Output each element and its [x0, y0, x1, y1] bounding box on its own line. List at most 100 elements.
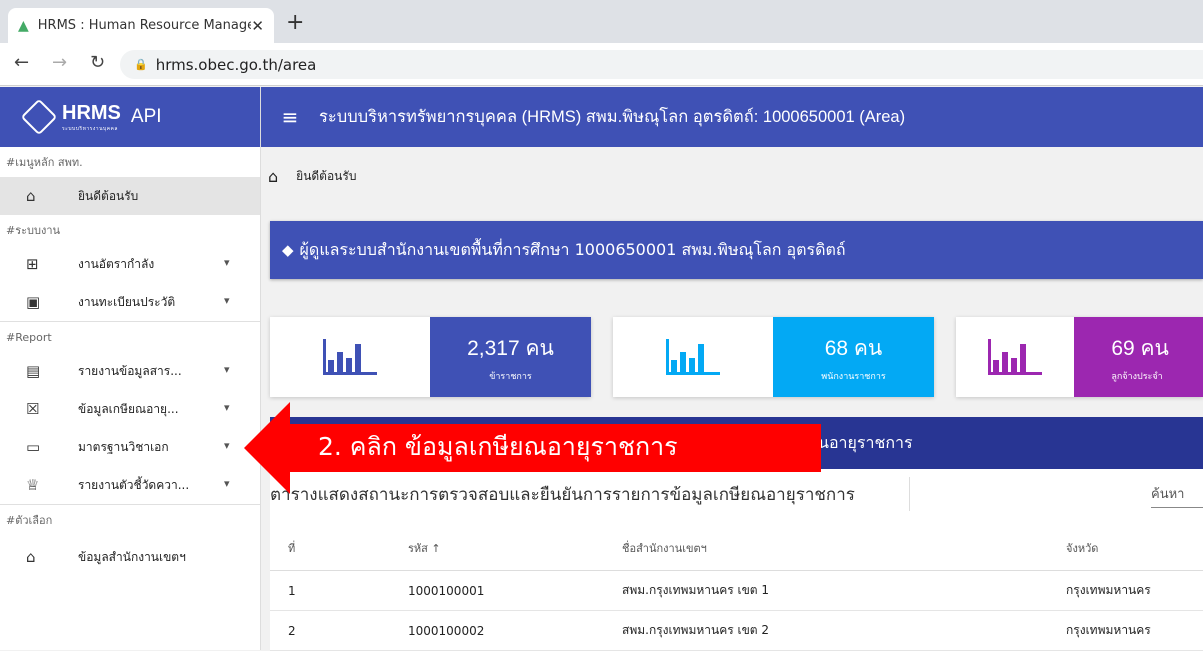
cell-code: 1000100001: [408, 583, 485, 598]
stat-label: ลูกจ้างประจำ: [1111, 371, 1163, 382]
column-header-no: ที่: [288, 541, 296, 555]
home-icon[interactable]: ⌂: [268, 167, 278, 186]
brand-api: API: [130, 106, 162, 127]
chevron-down-icon: ▾: [224, 294, 230, 307]
sidebar-item-label: ข้อมูลเกษียณอายุ...: [78, 401, 179, 416]
sidebar-item-label: ข้อมูลสำนักงานเขตฯ: [78, 549, 186, 564]
bar-chart-icon: [956, 317, 1074, 397]
stat-value-box: 69 คน ลูกจ้างประจำ: [1074, 317, 1203, 397]
new-tab-icon[interactable]: +: [286, 10, 304, 36]
reload-icon[interactable]: ↻: [90, 52, 105, 73]
hamburger-menu-icon[interactable]: ≡: [261, 105, 319, 129]
stat-value-box: 2,317 คน ข้าราชการ: [430, 317, 591, 397]
sidebar-item-label: มาตรฐานวิชาเอก: [78, 439, 169, 454]
top-app-bar: ≡ ระบบบริหารทรัพยากรบุคคล (HRMS) สพม.พิษ…: [261, 87, 1203, 147]
cell-office-name: สพม.กรุงเทพมหานคร เขต 2: [622, 623, 770, 637]
column-header-office-name[interactable]: ชื่อสำนักงานเขตฯ: [622, 525, 707, 570]
sidebar-item-office-info[interactable]: ⌂ ข้อมูลสำนักงานเขตฯ: [0, 535, 260, 579]
stat-value: 69 คน: [1111, 336, 1169, 360]
bar-chart-glyph: [323, 339, 377, 375]
stat-label: ข้าราชการ: [489, 371, 532, 382]
cell-no: 2: [288, 623, 296, 638]
bar-chart-icon: [270, 317, 430, 397]
stat-card-civil-servants[interactable]: 2,317 คน ข้าราชการ: [270, 317, 591, 397]
hrms-logo-icon: [20, 98, 58, 136]
sidebar-item-registry[interactable]: ▣ งานทะเบียนประวัติ ▾: [0, 283, 260, 321]
cell-province: กรุงเทพมหานคร: [1066, 623, 1151, 637]
search-input[interactable]: ค้นหา: [1151, 483, 1203, 508]
org-chart-icon: ⊞: [26, 255, 39, 273]
sidebar-section-systems: #ระบบงาน: [6, 224, 61, 237]
brand-subtitle: ระบบบริหารงานบุคคล: [62, 125, 118, 132]
instruction-callout: 2. คลิก ข้อมูลเกษียณอายุราชการ: [244, 402, 821, 494]
browser-tab[interactable]: ▲ HRMS : Human Resource Manage ✕: [8, 8, 274, 43]
monitor-icon: ▭: [26, 438, 41, 456]
sidebar-item-label: งานอัตรากำลัง: [78, 256, 155, 271]
bar-chart-glyph: [988, 339, 1043, 375]
browser-tab-bar: ▲ HRMS : Human Resource Manage ✕ +: [0, 0, 1203, 43]
breadcrumb-current: ยินดีต้อนรับ: [296, 168, 357, 183]
retirement-table-panel: ตารางแสดงสถานะการตรวจสอบและยืนยันการรายก…: [270, 469, 1203, 651]
close-tab-icon[interactable]: ✕: [251, 17, 264, 35]
sidebar-item-label: งานทะเบียนประวัติ: [78, 294, 176, 309]
table-header-row: ที่ รหัส ↑ ชื่อสำนักงานเขตฯ จังหวัด: [270, 525, 1203, 571]
calendar-x-icon: ☒: [26, 400, 40, 418]
cell-no: 1: [288, 583, 296, 598]
stat-card-permanent-employees[interactable]: 69 คน ลูกจ้างประจำ: [956, 317, 1203, 397]
stat-label: พนักงานราชการ: [821, 371, 886, 382]
bar-chart-glyph: [666, 339, 720, 375]
chevron-down-icon: ▾: [224, 363, 230, 376]
cell-province: กรุงเทพมหานคร: [1066, 583, 1151, 597]
sidebar-section-report: #Report: [6, 330, 52, 344]
brand-logo[interactable]: HRMS ระบบบริหารงานบุคคล API: [0, 87, 260, 147]
site-favicon-icon: ▲: [18, 17, 29, 34]
stat-value-box: 68 คน พนักงานราชการ: [773, 317, 934, 397]
brand-name: HRMS: [62, 101, 121, 124]
bar-chart-icon: [613, 317, 773, 397]
column-header-province[interactable]: จังหวัด: [1066, 525, 1098, 570]
sidebar-section-options: #ตัวเลือก: [6, 514, 53, 527]
cell-office-name: สพม.กรุงเทพมหานคร เขต 1: [622, 583, 770, 597]
welcome-banner: ◆ ผู้ดูแลระบบสำนักงานเขตพื้นที่การศึกษา …: [270, 221, 1203, 279]
address-bar: ← → ↻ 🔒 hrms.obec.go.th/area: [0, 43, 1203, 86]
table-row[interactable]: 1 1000100001 สพม.กรุงเทพมหานคร เขต 1 กรุ…: [270, 571, 1203, 611]
office-building-icon: ⌂: [26, 548, 36, 566]
chevron-down-icon: ▾: [224, 401, 230, 414]
cell-code: 1000100002: [408, 623, 485, 638]
trophy-icon: ♕: [26, 476, 40, 494]
stat-card-government-employees[interactable]: 68 คน พนักงานราชการ: [613, 317, 934, 397]
sidebar-item-label: รายงานข้อมูลสาร...: [78, 363, 182, 378]
sidebar-item-report-info[interactable]: ▤ รายงานข้อมูลสาร... ▾: [0, 352, 260, 390]
banner-text: ผู้ดูแลระบบสำนักงานเขตพื้นที่การศึกษา 10…: [299, 239, 846, 259]
sidebar-item-label: รายงานตัวชี้วัดควา...: [78, 477, 190, 492]
chevron-down-icon: ▾: [224, 477, 230, 490]
sidebar-item-manpower[interactable]: ⊞ งานอัตรากำลัง ▾: [0, 245, 260, 283]
column-header-code[interactable]: รหัส ↑: [408, 525, 441, 570]
chevron-down-icon: ▾: [224, 439, 230, 452]
back-arrow-icon[interactable]: ←: [14, 52, 29, 73]
sidebar: HRMS ระบบบริหารงานบุคคล API #เมนูหลัก สพ…: [0, 87, 261, 650]
sidebar-item-welcome[interactable]: ⌂ ยินดีต้อนรับ: [0, 177, 260, 215]
sidebar-item-label: ยินดีต้อนรับ: [78, 188, 139, 203]
url-text: hrms.obec.go.th/area: [155, 55, 317, 74]
breadcrumb: ⌂ ยินดีต้อนรับ: [261, 147, 1203, 205]
tag-icon: ◆: [282, 241, 294, 259]
url-field[interactable]: 🔒 hrms.obec.go.th/area: [120, 50, 1203, 79]
table-row[interactable]: 2 1000100002 สพม.กรุงเทพมหานคร เขต 2 กรุ…: [270, 611, 1203, 651]
sidebar-item-indicators[interactable]: ♕ รายงานตัวชี้วัดควา... ▾: [0, 466, 260, 504]
forward-arrow-icon[interactable]: →: [52, 52, 67, 73]
page-title: ระบบบริหารทรัพยากรบุคคล (HRMS) สพม.พิษณุ…: [319, 108, 906, 126]
chevron-down-icon: ▾: [224, 256, 230, 269]
tab-title: HRMS : Human Resource Manage: [37, 18, 252, 33]
building-icon: ▤: [26, 362, 41, 380]
stat-value: 2,317 คน: [467, 336, 554, 360]
sidebar-item-retirement[interactable]: ☒ ข้อมูลเกษียณอายุ... ▾: [0, 390, 260, 428]
home-icon: ⌂: [26, 187, 36, 205]
stat-value: 68 คน: [824, 336, 883, 360]
section-title: นอายุราชการ: [818, 432, 913, 452]
lock-icon: 🔒: [134, 58, 148, 71]
sidebar-section-main: #เมนูหลัก สพท.: [6, 156, 83, 169]
callout-text: 2. คลิก ข้อมูลเกษียณอายุราชการ: [318, 432, 678, 461]
sidebar-item-standards[interactable]: ▭ มาตรฐานวิชาเอก ▾: [0, 428, 260, 466]
id-badge-icon: ▣: [26, 293, 41, 311]
